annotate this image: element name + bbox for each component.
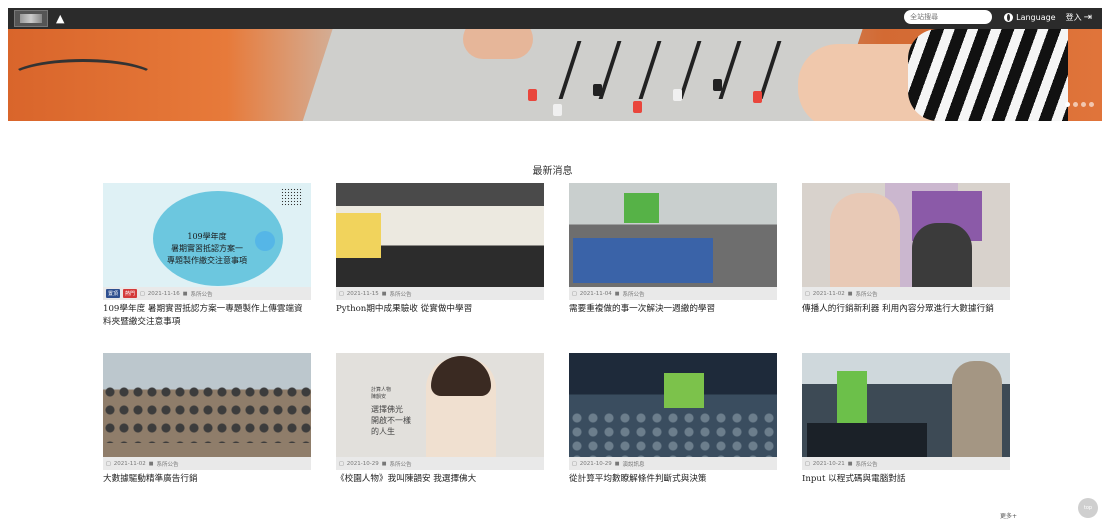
calendar-icon: □ [140,290,145,297]
news-section-title: 最新消息 [532,166,573,177]
news-meta: □ 2021-10-21 ■ 系所公告 [802,457,1010,470]
banner-knob [633,101,642,113]
news-date: 2021-11-16 [147,290,180,297]
header-tools: Language 登入 ⇥ [904,10,1092,24]
news-meta: □ 2021-11-02 ■ 系所公告 [103,457,311,470]
banner-knob [553,104,562,116]
news-category[interactable]: 系所公告 [622,290,644,298]
folder-icon: ■ [381,290,387,297]
calendar-icon: □ [339,460,344,467]
hot-badge: 熱門 [123,289,138,298]
news-thumbnail[interactable] [103,353,311,457]
folder-icon: ■ [847,460,853,467]
carousel-dot[interactable] [1081,102,1086,107]
news-thumbnail[interactable] [802,183,1010,287]
news-thumbnail[interactable] [802,353,1010,457]
folder-icon: ■ [847,290,853,297]
sign-in-icon: ⇥ [1083,11,1092,23]
news-card[interactable]: □ 2021-10-29 ■ 演說訊息 從計算平均數瞭解條件判斷式與決策 [569,353,777,486]
news-title[interactable]: 《校園人物》我叫陳韻安 我選擇佛大 [336,470,544,486]
site-search-input[interactable] [904,10,993,24]
news-date: 2021-10-29 [579,460,612,467]
calendar-icon: □ [805,460,810,467]
calendar-icon: □ [805,290,810,297]
folder-icon: ■ [182,290,188,297]
news-date: 2021-11-02 [812,290,845,297]
banner-cable-graphic [8,59,158,99]
news-meta: □ 2021-11-02 ■ 系所公告 [802,287,1010,300]
news-category[interactable]: 系所公告 [389,460,411,468]
calendar-icon: □ [106,460,111,467]
news-title[interactable]: 傳播人的行銷新利器 利用內容分眾進行大數據行銷 [802,300,1010,316]
site-logo[interactable] [14,10,48,27]
carousel-indicators [1065,102,1094,107]
hero-banner[interactable] [8,29,1102,121]
news-title[interactable]: Python期中成果驗收 從實做中學習 [336,300,544,316]
top-navigation-bar: ▲ Language 登入 ⇥ [8,8,1102,29]
news-date: 2021-11-15 [346,290,379,297]
news-card[interactable]: □ 2021-10-21 ■ 系所公告 Input 以程式碼與電腦對話 [802,353,1010,486]
folder-icon: ■ [381,460,387,467]
news-card[interactable]: 109學年度 暑期實習抵認方案一 專題製作繳交注意事項 置頂 熱門 □ 2021… [103,183,311,329]
login-button[interactable]: 登入 ⇥ [1066,12,1092,23]
news-title[interactable]: 從計算平均數瞭解條件判斷式與決策 [569,470,777,486]
news-date: 2021-10-21 [812,460,845,467]
back-to-top-label: top [1083,505,1093,511]
news-date: 2021-10-29 [346,460,379,467]
news-meta: 置頂 熱門 □ 2021-11-16 ■ 系所公告 [103,287,311,300]
news-meta: □ 2021-11-04 ■ 系所公告 [569,287,777,300]
calendar-icon: □ [572,460,577,467]
news-title[interactable]: 需要重複做的事一次解決一週繳的學習 [569,300,777,316]
banner-mixer-console [296,29,870,121]
news-meta: □ 2021-11-15 ■ 系所公告 [336,287,544,300]
calendar-icon: □ [339,290,344,297]
login-label: 登入 [1065,12,1082,22]
pinned-badge: 置頂 [106,289,121,298]
news-card[interactable]: □ 2021-11-02 ■ 系所公告 傳播人的行銷新利器 利用內容分眾進行大數… [802,183,1010,316]
news-category[interactable]: 系所公告 [190,290,212,298]
folder-icon: ■ [614,290,620,297]
back-to-top-button[interactable]: top [1078,498,1098,518]
news-category[interactable]: 系所公告 [389,290,411,298]
globe-icon [1004,12,1014,22]
thumbnail-caption: 109學年度 暑期實習抵認方案一 專題製作繳交注意事項 [167,232,247,265]
news-card[interactable]: □ 2021-11-04 ■ 系所公告 需要重複做的事一次解決一週繳的學習 [569,183,777,316]
news-card[interactable]: 計算人物 陳韻安 選擇佛光 開啟不一樣 的人生 □ 2021-10-29 ■ 系… [336,353,544,486]
folder-icon: ■ [148,460,154,467]
news-category[interactable]: 系所公告 [855,290,877,298]
news-category[interactable]: 演說訊息 [622,460,644,468]
carousel-dot[interactable] [1065,102,1070,107]
banner-hand [463,29,533,59]
news-category[interactable]: 系所公告 [855,460,877,468]
news-thumbnail[interactable]: 109學年度 暑期實習抵認方案一 專題製作繳交注意事項 [103,183,311,287]
banner-knob [713,79,722,91]
news-date: 2021-11-04 [579,290,612,297]
carousel-dot[interactable] [1073,102,1078,107]
news-date: 2021-11-02 [113,460,146,467]
news-title[interactable]: Input 以程式碼與電腦對話 [802,470,1010,486]
banner-knob [593,84,602,96]
folder-icon: ■ [614,460,620,467]
banner-knob [673,89,682,101]
carousel-dot[interactable] [1089,102,1094,107]
news-meta: □ 2021-10-29 ■ 演說訊息 [569,457,777,470]
language-switcher[interactable]: Language [1004,12,1056,22]
banner-knob [528,89,537,101]
news-card[interactable]: □ 2021-11-15 ■ 系所公告 Python期中成果驗收 從實做中學習 [336,183,544,316]
news-title[interactable]: 109學年度 暑期實習抵認方案一專題製作上傳雲端資料夾暨繳交注意事項 [103,300,311,329]
news-title[interactable]: 大數據驅動精準廣告行銷 [103,470,311,486]
news-meta: □ 2021-10-29 ■ 系所公告 [336,457,544,470]
banner-knob [753,91,762,103]
news-category[interactable]: 系所公告 [156,460,178,468]
news-card[interactable]: □ 2021-11-02 ■ 系所公告 大數據驅動精準廣告行銷 [103,353,311,486]
news-thumbnail[interactable] [336,183,544,287]
news-thumbnail[interactable]: 計算人物 陳韻安 選擇佛光 開啟不一樣 的人生 [336,353,544,457]
news-thumbnail[interactable] [569,353,777,457]
thumbnail-caption: 計算人物 陳韻安 選擇佛光 開啟不一樣 的人生 [371,387,411,436]
calendar-icon: □ [572,290,577,297]
language-label: Language [1016,12,1056,22]
home-icon[interactable]: ▲ [56,13,64,24]
news-thumbnail[interactable] [569,183,777,287]
banner-striped-sleeve [908,29,1068,121]
